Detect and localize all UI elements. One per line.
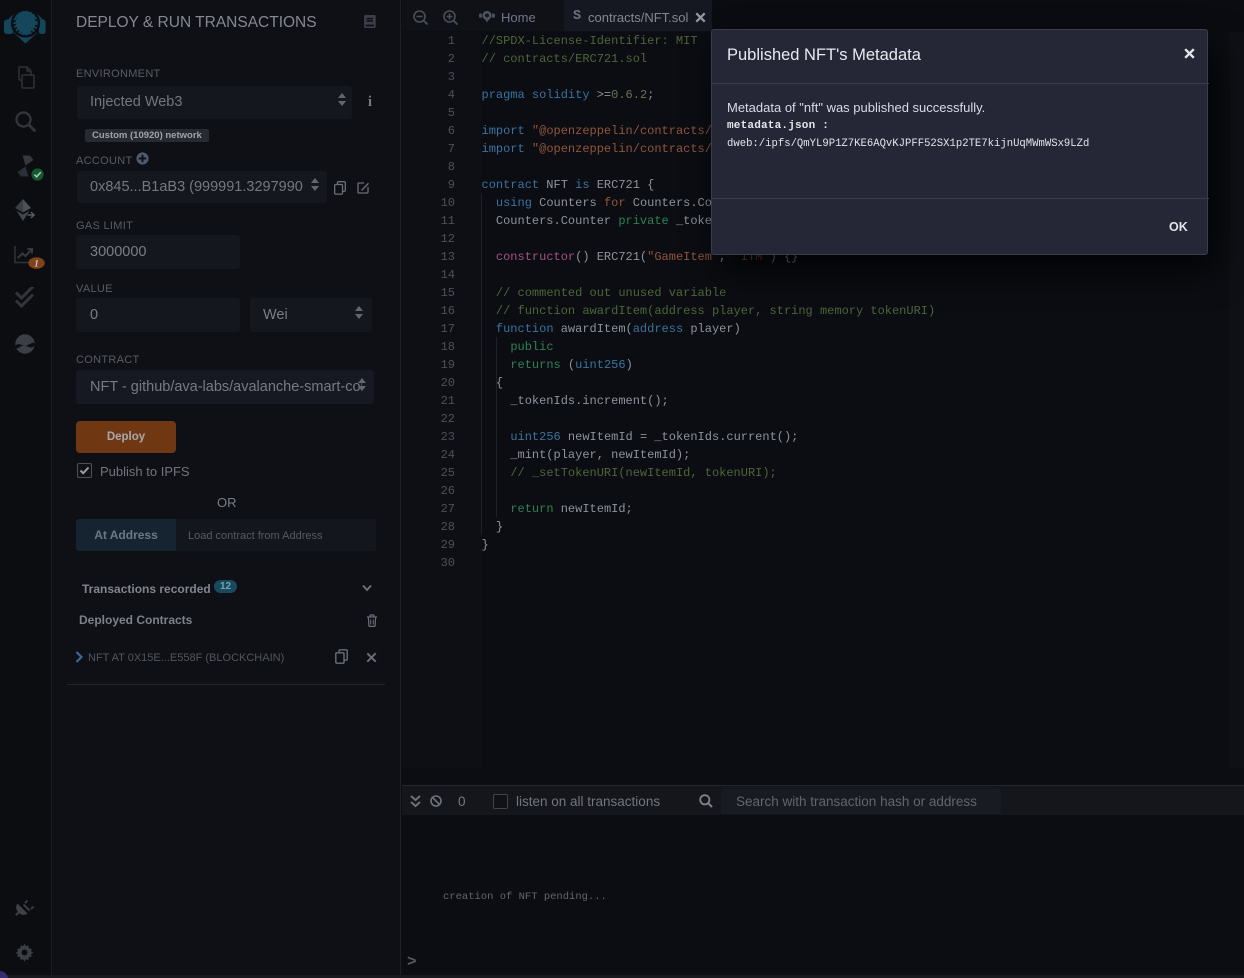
svg-text:1: 1 bbox=[34, 259, 39, 269]
